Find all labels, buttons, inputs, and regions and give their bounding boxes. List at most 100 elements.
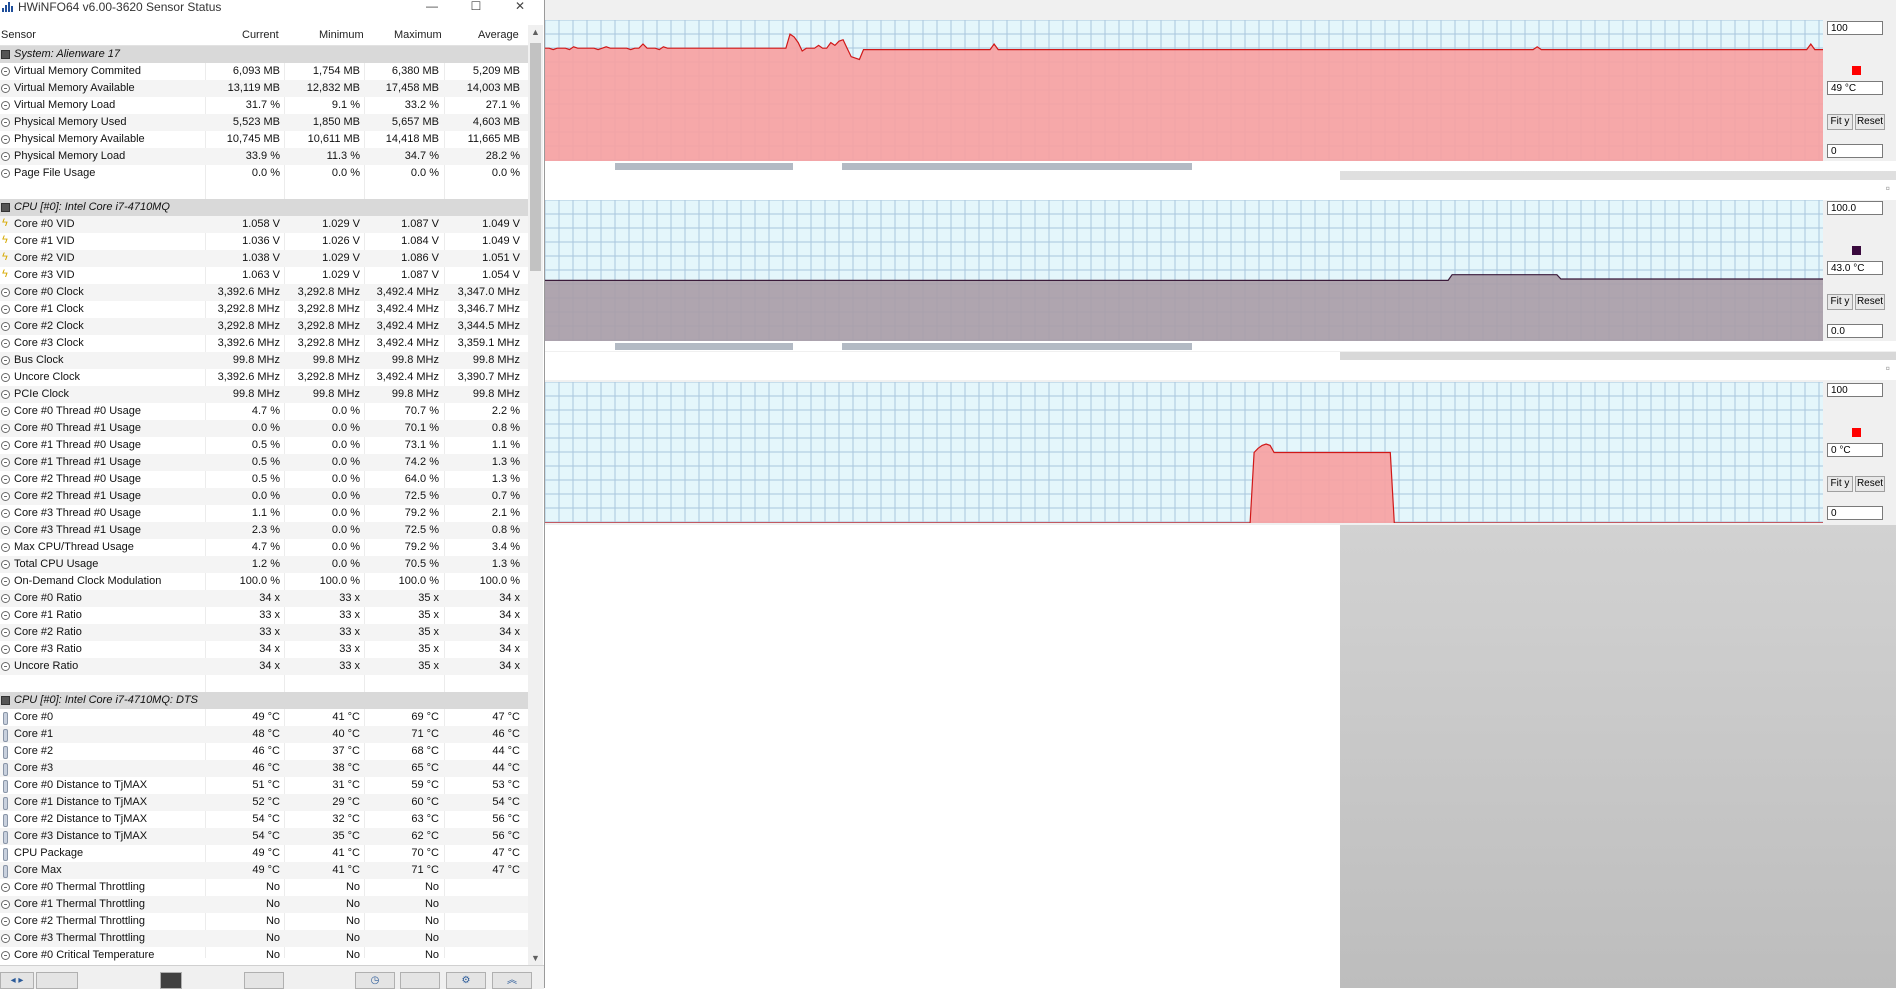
sensor-row[interactable]: Core #1 48 °C 40 °C 71 °C 46 °C [0, 726, 528, 743]
maximize-button[interactable]: ☐ [454, 0, 498, 14]
sensor-row[interactable]: Core #0 Thread #1 Usage 0.0 % 0.0 % 70.1 % 0… [0, 420, 528, 437]
sensor-row[interactable]: Virtual Memory Load 31.7 % 9.1 % 33.2 % 27.1… [0, 97, 528, 114]
graph-min-field[interactable]: 0 [1827, 144, 1883, 158]
sensor-row[interactable]: Core #2 Thread #0 Usage 0.5 % 0.0 % 64.0 % 1… [0, 471, 528, 488]
scroll-down-arrow-icon[interactable]: ▼ [528, 951, 543, 965]
graph-color-swatch[interactable] [1852, 246, 1861, 255]
sensor-row[interactable]: Core #1 Clock 3,292.8 MHz 3,292.8 MHz 3,492… [0, 301, 528, 318]
reset-button[interactable]: Reset [1855, 476, 1885, 492]
report-icon[interactable] [400, 972, 440, 989]
sensor-row[interactable]: Total CPU Usage 1.2 % 0.0 % 70.5 % 1.3 % [0, 556, 528, 573]
reset-button[interactable]: Reset [1855, 294, 1885, 310]
sensor-row[interactable]: Core #0 49 °C 41 °C 69 °C 47 °C [0, 709, 528, 726]
sensor-row[interactable]: Physical Memory Load 33.9 % 11.3 % 34.7 % 28… [0, 148, 528, 165]
sensor-row[interactable]: Core #1 Thread #0 Usage 0.5 % 0.0 % 73.1 % 1… [0, 437, 528, 454]
sensor-row[interactable]: Core #3 Clock 3,392.6 MHz 3,292.8 MHz 3,492… [0, 335, 528, 352]
close-button[interactable]: ✕ [498, 0, 542, 14]
current-value: 31.7 % [245, 99, 280, 111]
sensor-row[interactable]: ϟ Core #1 VID 1.036 V 1.026 V 1.084 V 1.049 V [0, 233, 528, 250]
sensor-row[interactable]: Bus Clock 99.8 MHz 99.8 MHz 99.8 MHz 99.8 MH… [0, 352, 528, 369]
sensor-group-header[interactable]: CPU [#0]: Intel Core i7-4710MQ: DTS [0, 692, 528, 709]
graph-max-field[interactable]: 100 [1827, 383, 1883, 397]
col-current[interactable]: Current [242, 29, 279, 41]
collapse-icon[interactable]: ︽ [492, 972, 532, 989]
sensor-row[interactable]: Core #1 Thermal Throttling No No No [0, 896, 528, 913]
fit-y-button[interactable]: Fit y [1827, 114, 1853, 130]
sensor-row[interactable]: Core #0 Ratio 34 x 33 x 35 x 34 x [0, 590, 528, 607]
clock-icon[interactable]: ◷ [355, 972, 395, 989]
vertical-scrollbar[interactable]: ▲ ▼ [528, 25, 543, 965]
graph-max-field[interactable]: 100.0 [1827, 201, 1883, 215]
title-bar[interactable]: HWiNFO64 v6.00-3620 Sensor Status — ☐ ✕ [0, 0, 544, 14]
graph-max-field[interactable]: 100 [1827, 21, 1883, 35]
sensor-row[interactable]: Uncore Clock 3,392.6 MHz 3,292.8 MHz 3,492.… [0, 369, 528, 386]
sensor-row[interactable]: Uncore Ratio 34 x 33 x 35 x 34 x [0, 658, 528, 675]
col-minimum[interactable]: Minimum [319, 29, 364, 41]
sensor-row[interactable]: Virtual Memory Available 13,119 MB 12,832 … [0, 80, 528, 97]
sensor-row[interactable]: Core #2 Ratio 33 x 33 x 35 x 34 x [0, 624, 528, 641]
sensor-row[interactable]: ϟ Core #0 VID 1.058 V 1.029 V 1.087 V 1.049 V [0, 216, 528, 233]
sensor-group-header[interactable]: System: Alienware 17 [0, 46, 528, 63]
sensor-row[interactable]: Core #3 Ratio 34 x 33 x 35 x 34 x [0, 641, 528, 658]
sensor-row[interactable]: ϟ Core #3 VID 1.063 V 1.029 V 1.087 V 1.054 V [0, 267, 528, 284]
sensor-row[interactable]: Core #2 Thermal Throttling No No No [0, 913, 528, 930]
sensor-row[interactable]: Virtual Memory Commited 6,093 MB 1,754 MB 6… [0, 63, 528, 80]
sensor-group-header[interactable]: CPU [#0]: Intel Core i7-4710MQ [0, 199, 528, 216]
col-average[interactable]: Average [478, 29, 519, 41]
sensor-row[interactable]: CPU Package 49 °C 41 °C 70 °C 47 °C [0, 845, 528, 862]
scrollbar-thumb[interactable] [530, 43, 541, 271]
sensor-row[interactable]: Core #0 Critical Temperature No No No [0, 947, 528, 964]
hwinfo-icon[interactable] [160, 972, 182, 989]
sensor-row[interactable]: Physical Memory Used 5,523 MB 1,850 MB 5,65… [0, 114, 528, 131]
sensor-row[interactable]: Core #2 Distance to TjMAX 54 °C 32 °C 63 °C… [0, 811, 528, 828]
settings-icon[interactable]: ⚙ [446, 972, 486, 989]
average-value: 47 °C [492, 711, 520, 723]
graph-close-icon[interactable]: ▫ [1886, 181, 1890, 195]
maximum-value: 35 x [418, 660, 439, 672]
fit-y-button[interactable]: Fit y [1827, 476, 1853, 492]
graph-color-swatch[interactable] [1852, 66, 1861, 75]
scroll-up-arrow-icon[interactable]: ▲ [528, 25, 543, 39]
minimize-button[interactable]: — [410, 0, 454, 14]
graph-title-bar-2[interactable]: ▫ [545, 180, 1896, 200]
sensor-row[interactable]: Core #3 46 °C 38 °C 65 °C 44 °C [0, 760, 528, 777]
sensor-row[interactable]: PCIe Clock 99.8 MHz 99.8 MHz 99.8 MHz 99.8 M… [0, 386, 528, 403]
nav-left-button[interactable]: ◂ ▸ [0, 972, 34, 989]
col-sensor[interactable]: Sensor [1, 29, 36, 41]
sensor-row[interactable]: Core #0 Thermal Throttling No No No [0, 879, 528, 896]
sensor-row[interactable]: Core #2 Thread #1 Usage 0.0 % 0.0 % 72.5 % 0… [0, 488, 528, 505]
sensor-row[interactable]: Physical Memory Available 10,745 MB 10,611… [0, 131, 528, 148]
sensor-row[interactable]: Core #0 Distance to TjMAX 51 °C 31 °C 59 °C… [0, 777, 528, 794]
sensor-row[interactable]: On-Demand Clock Modulation 100.0 % 100.0 %… [0, 573, 528, 590]
col-maximum[interactable]: Maximum [394, 29, 442, 41]
chip-icon [1, 696, 10, 705]
network-icon[interactable] [244, 972, 284, 989]
sensor-row[interactable]: Core #0 Clock 3,392.6 MHz 3,292.8 MHz 3,492… [0, 284, 528, 301]
sensor-row[interactable]: Core #3 Distance to TjMAX 54 °C 35 °C 62 °C… [0, 828, 528, 845]
graph-title-bar-3[interactable]: ▫ [545, 360, 1896, 380]
average-value: 1.3 % [491, 456, 520, 468]
sensor-row[interactable]: Core #3 Thermal Throttling No No No [0, 930, 528, 947]
maximum-value: No [424, 898, 439, 910]
graph-close-icon[interactable]: ▫ [1886, 361, 1890, 375]
thermometer-icon [3, 831, 8, 844]
graph-min-field[interactable]: 0.0 [1827, 324, 1883, 338]
sensor-row[interactable]: Core #3 Thread #1 Usage 2.3 % 0.0 % 72.5 % 0… [0, 522, 528, 539]
sensor-row[interactable]: Core #1 Thread #1 Usage 0.5 % 0.0 % 74.2 % 1… [0, 454, 528, 471]
nav-right-button[interactable] [36, 972, 78, 989]
sensor-row[interactable]: Core #1 Ratio 33 x 33 x 35 x 34 x [0, 607, 528, 624]
sensor-row[interactable]: Max CPU/Thread Usage 4.7 % 0.0 % 79.2 % 3.4 … [0, 539, 528, 556]
sensor-row[interactable]: Core #3 Thread #0 Usage 1.1 % 0.0 % 79.2 % 2… [0, 505, 528, 522]
reset-button[interactable]: Reset [1855, 114, 1885, 130]
sensor-row[interactable]: Core #2 Clock 3,292.8 MHz 3,292.8 MHz 3,492… [0, 318, 528, 335]
sensor-row[interactable]: ϟ Core #2 VID 1.038 V 1.029 V 1.086 V 1.051 V [0, 250, 528, 267]
sensor-row[interactable]: Core #0 Thread #0 Usage 4.7 % 0.0 % 70.7 % 2… [0, 403, 528, 420]
sensor-row[interactable]: Core Max 49 °C 41 °C 71 °C 47 °C [0, 862, 528, 879]
fit-y-button[interactable]: Fit y [1827, 294, 1853, 310]
sensor-row[interactable]: Page File Usage 0.0 % 0.0 % 0.0 % 0.0 % [0, 165, 528, 182]
sensor-row[interactable]: Core #2 46 °C 37 °C 68 °C 44 °C [0, 743, 528, 760]
graph-color-swatch[interactable] [1852, 428, 1861, 437]
graph-min-field[interactable]: 0 [1827, 506, 1883, 520]
sensor-name: Core #2 Thread #0 Usage [14, 473, 141, 485]
sensor-row[interactable]: Core #1 Distance to TjMAX 52 °C 29 °C 60 °C… [0, 794, 528, 811]
